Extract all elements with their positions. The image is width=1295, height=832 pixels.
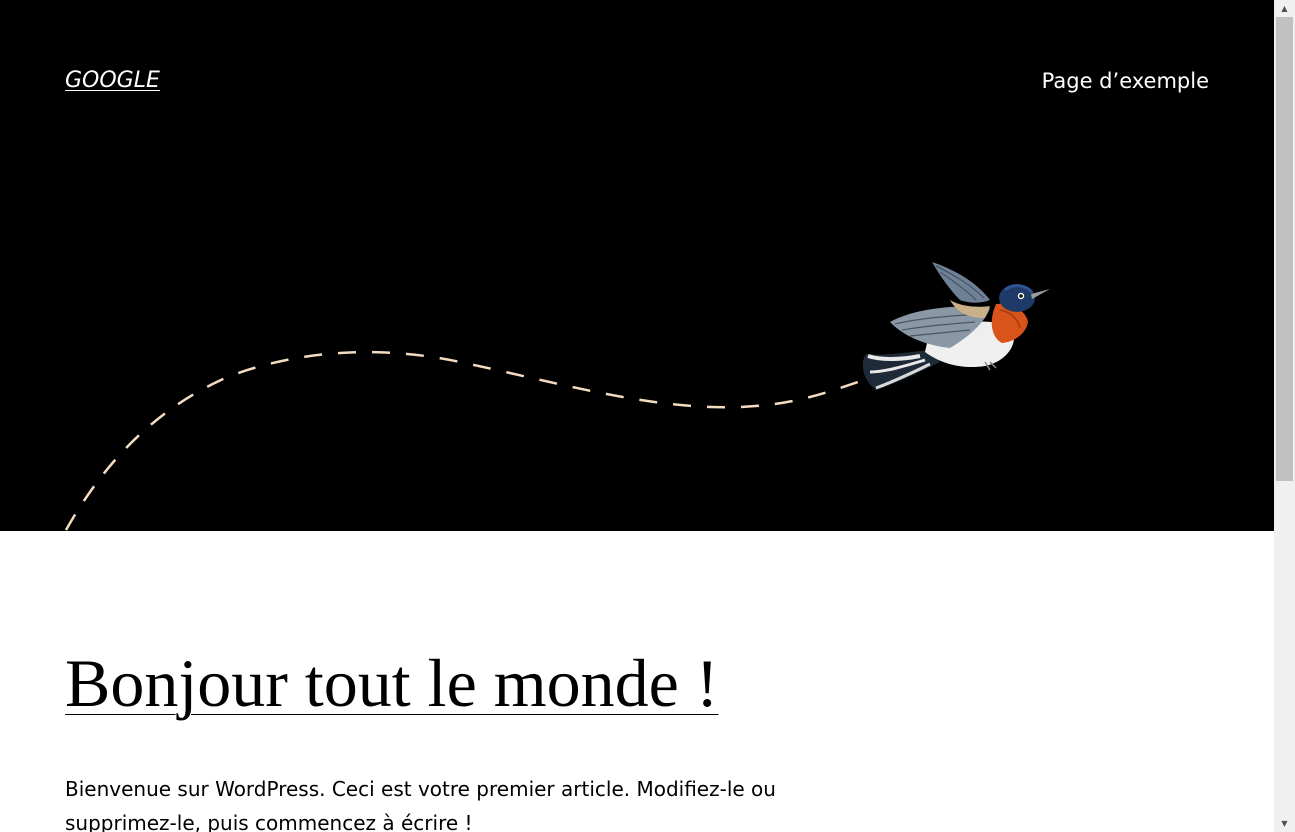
post-excerpt: Bienvenue sur WordPress. Ceci est votre … <box>65 777 776 832</box>
hero-header: GOOGLE Page d’exemple <box>0 0 1274 531</box>
post-title-link[interactable]: Bonjour tout le monde ! <box>65 640 825 726</box>
site-title-link[interactable]: GOOGLE <box>65 68 160 93</box>
post-entry: Bonjour tout le monde ! Bienvenue sur Wo… <box>65 640 825 832</box>
vertical-scrollbar[interactable]: ▲ ▼ <box>1274 0 1295 832</box>
scrollbar-thumb[interactable] <box>1276 17 1293 481</box>
scroll-down-arrow-icon[interactable]: ▼ <box>1274 815 1295 832</box>
browser-page: GOOGLE Page d’exemple Bonjour tout le mo… <box>0 0 1295 832</box>
nav-item-sample-page[interactable]: Page d’exemple <box>1042 69 1209 93</box>
dashed-flight-path <box>64 350 859 531</box>
scroll-up-arrow-icon[interactable]: ▲ <box>1274 0 1295 17</box>
hummingbird-icon <box>862 262 1050 390</box>
page-viewport: GOOGLE Page d’exemple Bonjour tout le mo… <box>0 0 1274 832</box>
